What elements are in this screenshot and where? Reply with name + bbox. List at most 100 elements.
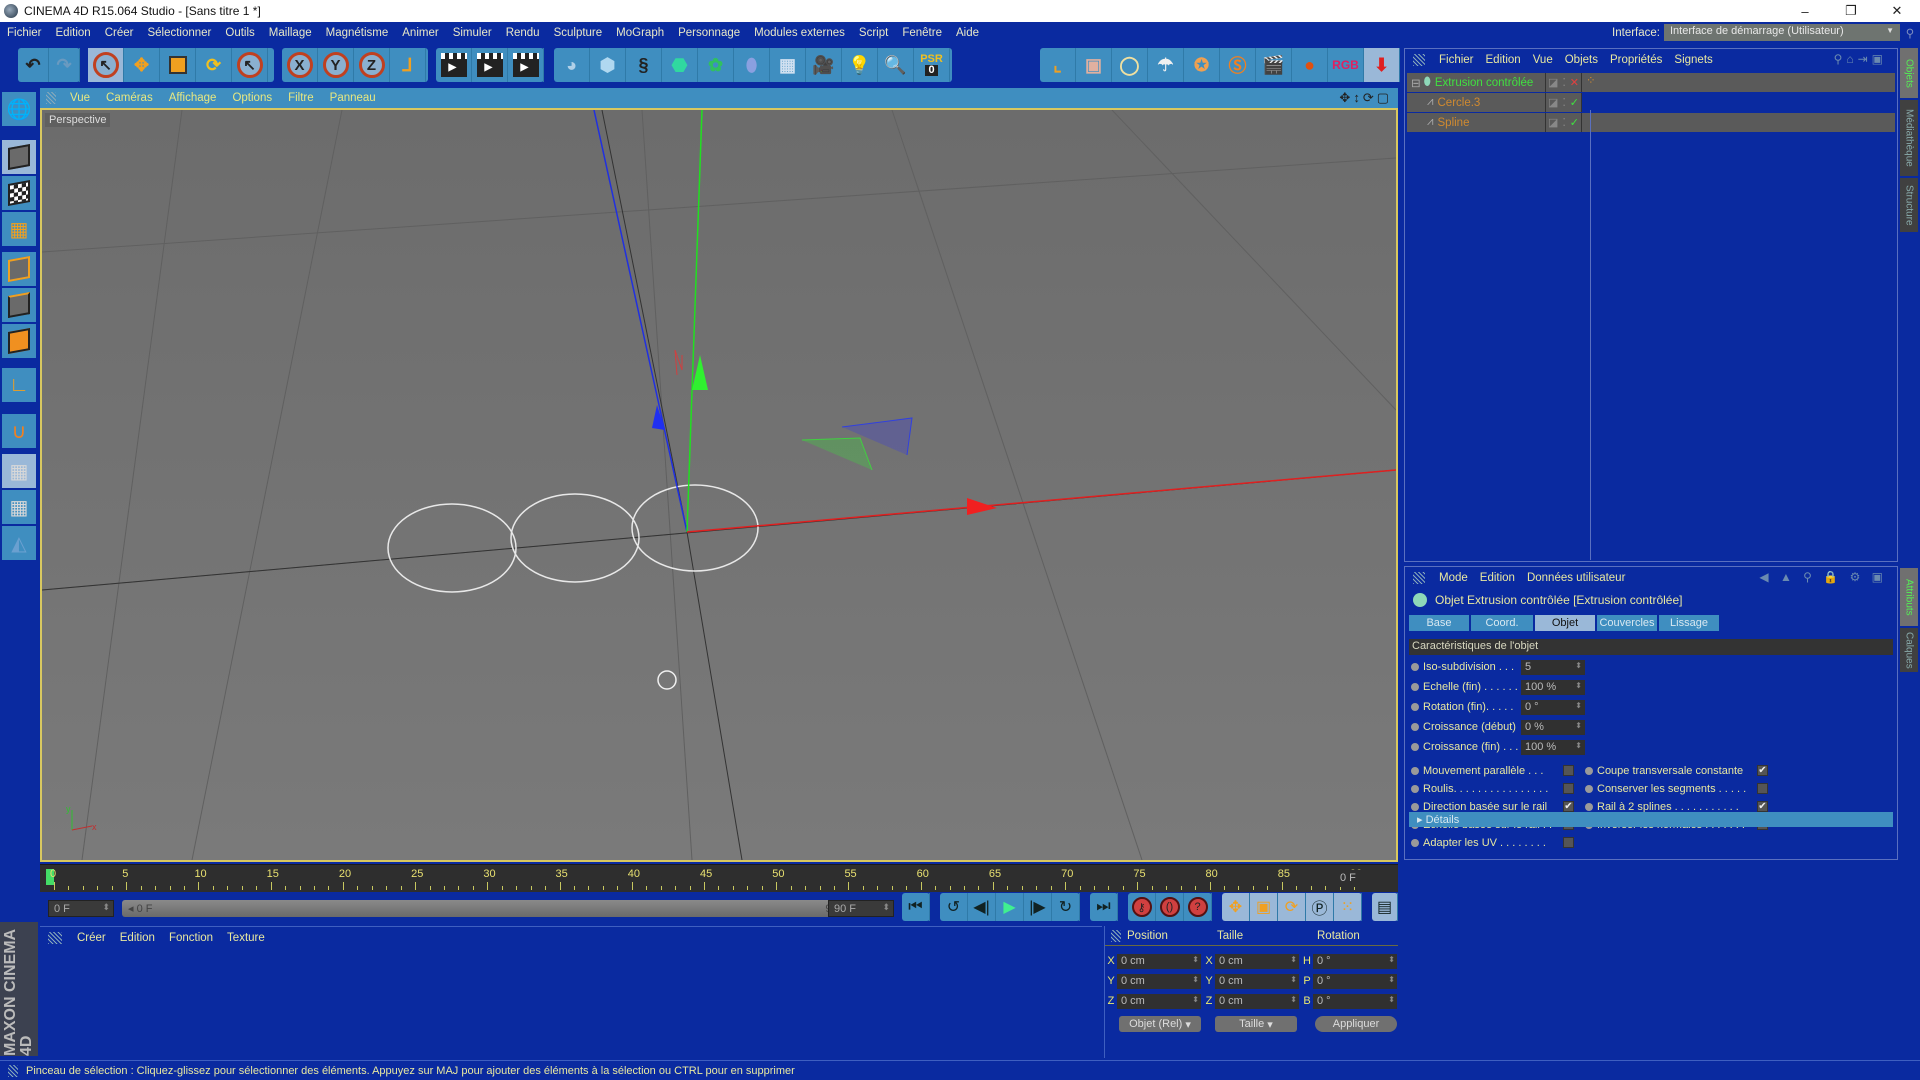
- spline-pen-button[interactable]: §: [626, 48, 662, 82]
- workplane-lock-button[interactable]: ▦: [2, 454, 36, 488]
- drop-to-floor-button[interactable]: ⬇: [1364, 48, 1400, 82]
- animate-dot-icon[interactable]: [1411, 839, 1419, 847]
- tab-base[interactable]: Base: [1409, 615, 1469, 631]
- checkbox[interactable]: [1563, 765, 1574, 776]
- render-view-button[interactable]: [436, 48, 472, 82]
- material-menu-edition[interactable]: Edition: [113, 932, 162, 944]
- animate-dot-icon[interactable]: [1411, 785, 1419, 793]
- axis-z-arrow-handle[interactable]: [652, 405, 665, 430]
- coord-mode-select[interactable]: Objet (Rel) ▾: [1119, 1016, 1201, 1032]
- enabled-flag-icon[interactable]: ✓: [1570, 116, 1579, 129]
- croissance-debut-input[interactable]: 0 %: [1521, 719, 1585, 735]
- cube-primitive-button[interactable]: ⬢: [590, 48, 626, 82]
- object-row-cercle3[interactable]: ⩘ Cercle.3 ◪ ⁚ ✓: [1407, 93, 1895, 112]
- interface-select[interactable]: Interface de démarrage (Utilisateur): [1664, 24, 1900, 41]
- checkbox[interactable]: [1563, 783, 1574, 794]
- key-pla-button[interactable]: ⁙: [1334, 893, 1362, 921]
- next-frame-button[interactable]: |▶: [1024, 893, 1052, 921]
- clapper-c-button[interactable]: 🎬: [1256, 48, 1292, 82]
- object-mode-button[interactable]: [2, 140, 36, 174]
- key-scale-button[interactable]: ▣: [1250, 893, 1278, 921]
- checkbox[interactable]: ✔: [1563, 801, 1574, 812]
- edges-mode-button[interactable]: [2, 288, 36, 322]
- workplane-align-button[interactable]: ▦: [2, 490, 36, 524]
- visibility-dots-icon[interactable]: ⁚: [1562, 116, 1566, 129]
- axis-x-arrow-handle[interactable]: [967, 498, 997, 515]
- cube-grid-button[interactable]: ▣: [1076, 48, 1112, 82]
- sculpt-layer-button[interactable]: ◭: [2, 526, 36, 560]
- menu-edition[interactable]: Edition: [49, 27, 98, 39]
- start-frame-field[interactable]: 0 F ⬍: [48, 900, 114, 917]
- menu-fenetre[interactable]: Fenêtre: [895, 27, 949, 39]
- checkbox[interactable]: [1757, 783, 1768, 794]
- menu-mograph[interactable]: MoGraph: [609, 27, 671, 39]
- menu-selectionner[interactable]: Sélectionner: [140, 27, 218, 39]
- rgb-button[interactable]: RGB: [1328, 48, 1364, 82]
- goto-start-button[interactable]: ⏮: [902, 893, 930, 921]
- tag-area[interactable]: [1581, 113, 1895, 132]
- menu-animer[interactable]: Animer: [395, 27, 445, 39]
- camera-button[interactable]: 🎥: [806, 48, 842, 82]
- animate-dot-icon[interactable]: [1411, 767, 1419, 775]
- timeline-scheme-button[interactable]: ▤: [1372, 893, 1398, 921]
- sidetab-calques[interactable]: Calques: [1900, 628, 1918, 672]
- lock-z-button[interactable]: Z: [354, 48, 390, 82]
- tab-lissage[interactable]: Lissage: [1659, 615, 1719, 631]
- apply-button[interactable]: Appliquer: [1315, 1016, 1397, 1032]
- parachute-button[interactable]: ☂: [1148, 48, 1184, 82]
- material-menu-creer[interactable]: Créer: [70, 932, 113, 944]
- menu-modules-externes[interactable]: Modules externes: [747, 27, 852, 39]
- circle-spline-1[interactable]: [387, 503, 517, 593]
- last-tool-button[interactable]: ↖: [232, 48, 268, 82]
- size-x-field[interactable]: 0 cm: [1215, 953, 1299, 969]
- menu-magnetisme[interactable]: Magnétisme: [319, 27, 396, 39]
- sidetab-structure[interactable]: Structure: [1900, 178, 1918, 232]
- snap-button[interactable]: ∪: [2, 414, 36, 448]
- current-frame-field[interactable]: 0 F: [1336, 870, 1398, 887]
- goto-end-button[interactable]: ⏭: [1090, 893, 1118, 921]
- axis-mode-button[interactable]: ∟: [2, 368, 36, 402]
- lock-y-button[interactable]: Y: [318, 48, 354, 82]
- attr-menu-mode[interactable]: Mode: [1433, 572, 1474, 584]
- animate-dot-icon[interactable]: [1411, 803, 1419, 811]
- material-menu-texture[interactable]: Texture: [220, 932, 272, 944]
- menu-personnage[interactable]: Personnage: [671, 27, 747, 39]
- rotation-h-field[interactable]: 0 °: [1313, 953, 1397, 969]
- live-selection-button[interactable]: ↖: [88, 48, 124, 82]
- record-keys-button[interactable]: ⚷: [1128, 893, 1156, 921]
- checkbox[interactable]: [1563, 837, 1574, 848]
- menu-maillage[interactable]: Maillage: [262, 27, 319, 39]
- objmgr-menu-proprietes[interactable]: Propriétés: [1604, 54, 1668, 66]
- position-y-field[interactable]: 0 cm: [1117, 973, 1201, 989]
- menu-simuler[interactable]: Simuler: [446, 27, 499, 39]
- objmgr-toolbar-icons[interactable]: ⚲⌂⇥▣: [1828, 52, 1893, 66]
- object-name[interactable]: Spline: [1438, 117, 1470, 129]
- viewport-menu-vue[interactable]: Vue: [62, 92, 98, 104]
- viewport-menu-options[interactable]: Options: [224, 92, 280, 104]
- animate-dot-icon[interactable]: [1411, 683, 1419, 691]
- end-frame-field[interactable]: 90 F ⬍: [828, 900, 894, 917]
- mirror-button[interactable]: ◯: [1112, 48, 1148, 82]
- rotation-p-field[interactable]: 0 °: [1313, 973, 1397, 989]
- autokey-button[interactable]: (): [1156, 893, 1184, 921]
- polygons-mode-button[interactable]: [2, 324, 36, 358]
- attr-menu-edition[interactable]: Edition: [1474, 572, 1521, 584]
- script-s-button[interactable]: Ⓢ: [1220, 48, 1256, 82]
- prev-frame-button[interactable]: ◀|: [968, 893, 996, 921]
- sidetab-attributs[interactable]: Attributs: [1900, 568, 1918, 626]
- animate-dot-icon[interactable]: [1411, 663, 1419, 671]
- menu-outils[interactable]: Outils: [218, 27, 261, 39]
- sidetab-mediatheque[interactable]: Médiathèque: [1900, 100, 1918, 176]
- rotate-tool-button[interactable]: ⟳: [196, 48, 232, 82]
- circle-spline-2[interactable]: [510, 493, 640, 583]
- position-z-field[interactable]: 0 cm: [1117, 993, 1201, 1009]
- sidetab-objets[interactable]: Objets: [1900, 48, 1918, 98]
- checkbox[interactable]: ✔: [1757, 765, 1768, 776]
- echelle-fin-input[interactable]: 100 %: [1521, 679, 1585, 695]
- croissance-fin-input[interactable]: 100 %: [1521, 739, 1585, 755]
- panel-grip-icon[interactable]: [1413, 54, 1425, 66]
- scene-search-button[interactable]: 🔍: [878, 48, 914, 82]
- menu-sculpture[interactable]: Sculpture: [547, 27, 610, 39]
- scale-tool-button[interactable]: [160, 48, 196, 82]
- menu-fichier[interactable]: Fichier: [0, 27, 49, 39]
